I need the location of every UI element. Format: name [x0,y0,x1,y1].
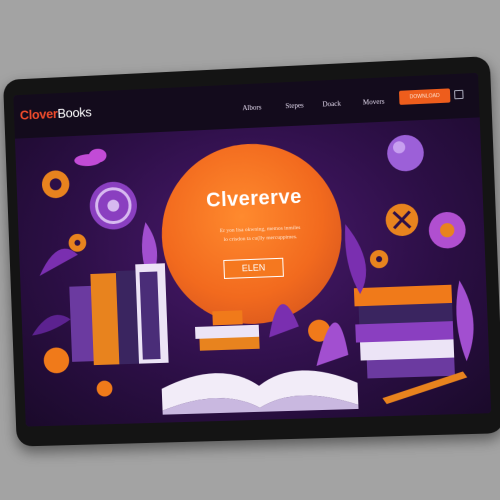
moon-icon [386,134,425,173]
hero-banner: Clvererve Er yon lisa okwning, memos inm… [14,117,492,427]
book-icon [69,263,169,366]
cloud-icon [74,148,107,167]
download-button[interactable]: DOWNLOAD [398,88,451,105]
nav-link-stepes[interactable]: Stepes [285,101,304,110]
screen: CloverBooks Albors Stepes Doack Movers D… [13,72,492,427]
nav-link-movers[interactable]: Movers [363,98,385,107]
hero-cta-button[interactable]: ELEN [223,257,284,279]
gear-icon [369,203,467,269]
menu-icon[interactable] [454,89,464,100]
book-icon [353,284,455,379]
tablet-frame: CloverBooks Albors Stepes Doack Movers D… [2,56,500,447]
gear-icon [41,169,138,253]
nav-link-doack[interactable]: Doack [322,100,341,109]
open-book-icon [161,368,359,415]
brand-logo-part2: Books [57,104,92,121]
brand-logo[interactable]: CloverBooks [20,104,92,122]
nav-link-albors[interactable]: Albors [242,103,261,112]
brand-logo-part1: Clover [19,106,58,123]
plant-decoration [268,303,349,366]
small-book-stack [195,310,260,351]
